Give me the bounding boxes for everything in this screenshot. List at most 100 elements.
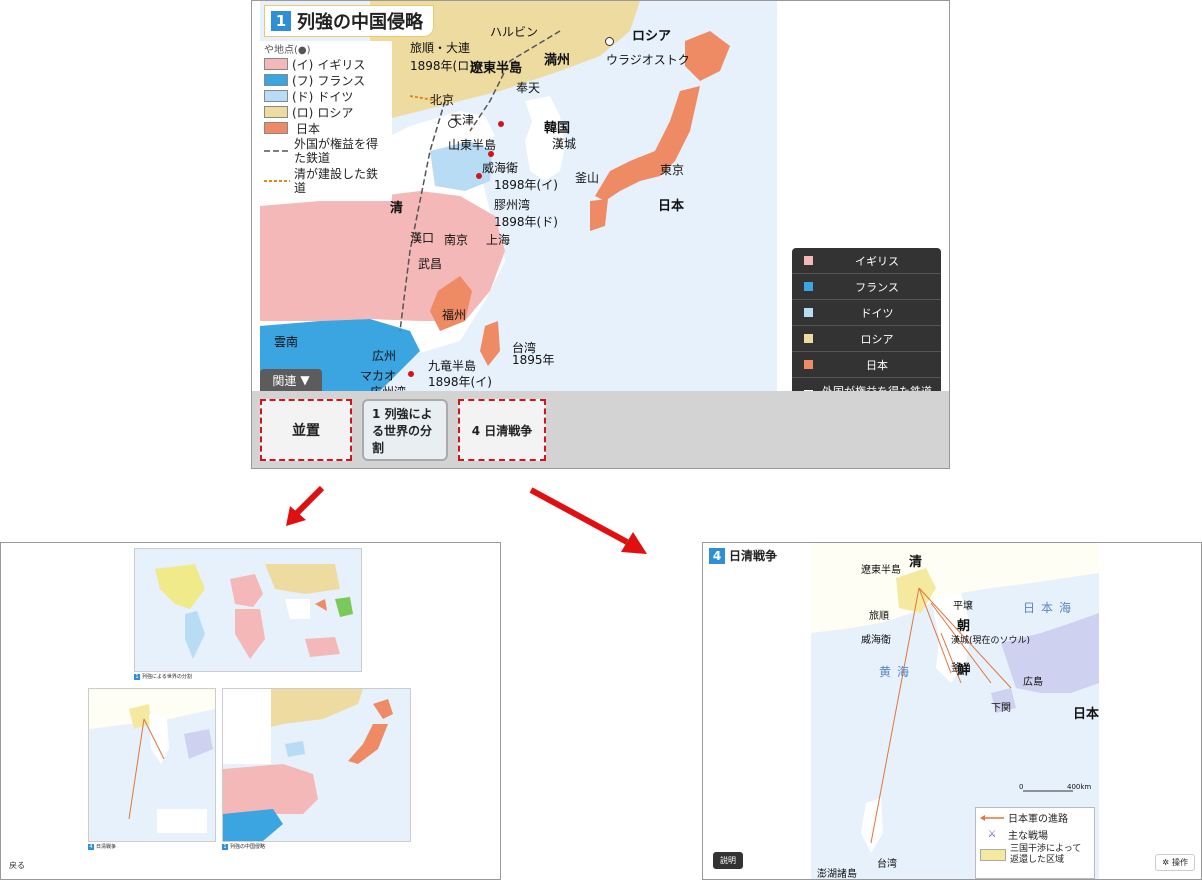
map-title: 1 列強の中国侵略: [264, 5, 434, 37]
legend-row-qing-rail: 清が建設した鉄道: [264, 166, 392, 196]
label-taiwan: 台湾: [877, 859, 897, 870]
label-busan: 釜山: [575, 171, 600, 185]
caption-number: 1: [134, 673, 140, 680]
label-liaodong: 遼東半島: [861, 565, 901, 576]
sino-japanese-war-thumbnail[interactable]: [88, 688, 216, 842]
label-guangzhouwan: 広州湾: [370, 383, 406, 391]
crossed-swords-icon: ⚔: [987, 829, 997, 840]
label-pyongyang: 平壌: [953, 601, 973, 612]
legend-label: 日本軍の進路: [1008, 814, 1068, 825]
related-button-bar: 並置 1 列強による世界の分割 4 日清戦争: [252, 391, 949, 468]
operation-button[interactable]: ✲ 操作: [1155, 854, 1195, 871]
explanation-button[interactable]: 説明: [713, 852, 743, 869]
overlay-legend-label: 外国が権益を得た鉄道: [822, 384, 932, 392]
label-hiroshima: 広島: [1023, 677, 1043, 688]
leased-point-marker: [476, 173, 482, 179]
legend-row-returned: 三国干渉によって返還した区域: [980, 844, 1090, 866]
button-label: 1 列強による世界の分割: [372, 406, 433, 455]
caption-number: 4: [88, 843, 94, 850]
label-yunnan: 雲南: [274, 335, 299, 349]
legend-code: (ド): [292, 89, 314, 104]
legend-swatch: [264, 58, 288, 70]
chevron-down-icon: ▼: [300, 373, 310, 387]
overlay-legend-russia[interactable]: ロシア: [792, 326, 941, 352]
label-guangzhou: 広州: [372, 349, 397, 363]
caption-text: 日清戦争: [96, 844, 117, 850]
label-shanghai: 上海: [486, 233, 511, 247]
label-manchuria: 満州: [544, 53, 571, 68]
label-hankou: 漢口: [410, 231, 435, 245]
china-map-graphic-small: [223, 689, 393, 841]
legend-swatch: [980, 849, 1006, 861]
scale-max: 400km: [1067, 783, 1092, 791]
dashed-line-icon: [264, 150, 290, 152]
overlay-legend-label: フランス: [855, 280, 899, 294]
label-lushun: 旅順・大連: [410, 41, 471, 55]
legend-code: (フ): [292, 73, 314, 88]
caption-text: 列強の中国侵略: [230, 844, 266, 850]
button-label: 4 日清戦争: [471, 423, 533, 438]
label-yellow-sea: 黄海: [879, 665, 916, 679]
world-partition-thumbnail[interactable]: [134, 548, 362, 672]
overlay-legend-label: 日本: [866, 358, 888, 372]
map-number-badge: 4: [709, 547, 725, 564]
sparkle-icon: ✲: [1162, 858, 1169, 867]
map-number-badge: 1: [271, 11, 291, 31]
overlay-legend-panel[interactable]: イギリス フランス ドイツ ロシア 日本 外国が権益を得た鉄道: [792, 248, 941, 391]
main-map-window: 1 列強の中国侵略 や地点(●) (イ) イギリス (フ) フランス (ド) ド…: [251, 0, 950, 469]
label-tokyo: 東京: [660, 163, 685, 177]
related-tab-label: 関連: [272, 373, 297, 388]
label-hanseong: 漢城(現在のソウル): [951, 636, 1031, 646]
label-kowloon: 九竜半島: [428, 359, 477, 373]
legend-code: (イ): [292, 57, 314, 72]
scale-zero: 0: [1019, 783, 1024, 791]
overlay-legend-japan[interactable]: 日本: [792, 352, 941, 378]
button-label: 並置: [292, 423, 320, 439]
legend-row-battle: ⚔ 主な戦場: [980, 827, 1090, 842]
button-label: 操作: [1172, 858, 1188, 867]
arrow-left-icon: [980, 814, 1004, 821]
label-jiaozhou-year: 1898年(ド): [494, 215, 558, 229]
china-invasion-thumbnail[interactable]: [222, 688, 411, 842]
leased-point-marker: [408, 371, 414, 377]
overlay-legend-rail[interactable]: 外国が権益を得た鉄道: [792, 378, 941, 391]
war-map-title: 4 日清戦争: [709, 547, 777, 564]
world-map-graphic: [155, 564, 353, 659]
label-macau: マカオ: [360, 369, 397, 383]
label-weihaiwei-year: 1898年(イ): [494, 178, 558, 192]
legend-row-foreign-rail: 外国が権益を得た鉄道: [264, 136, 392, 166]
map-title-text: 日清戦争: [729, 549, 778, 563]
sino-japanese-war-window: 4 日清戦争 清 遼東半島 旅順 平壌 威海衛 朝 鮮 漢城(現在のソウル) 釜…: [702, 542, 1202, 880]
related-item-world-partition-button[interactable]: 1 列強による世界の分割: [362, 399, 448, 461]
legend-label: 清が建設した鉄道: [294, 167, 379, 195]
label-wuchang: 武昌: [418, 257, 443, 271]
related-item-sino-japanese-war-button[interactable]: 4 日清戦争: [458, 399, 546, 461]
city-marker: [605, 37, 614, 46]
legend-row-russia: (ロ) ロシア: [264, 104, 392, 120]
label-vladivostok: ウラジオストク: [606, 53, 690, 67]
juxtapose-button[interactable]: 並置: [260, 399, 352, 461]
overlay-legend-label: イギリス: [855, 254, 899, 268]
legend-swatch: [804, 334, 813, 343]
legend-row-japan: 日本: [264, 120, 392, 136]
legend-header: や地点(●): [264, 45, 311, 56]
back-button[interactable]: 戻る: [9, 860, 25, 871]
overlay-legend-germany[interactable]: ドイツ: [792, 300, 941, 326]
war-map-legend: 日本軍の進路 ⚔ 主な戦場 三国干渉によって返還した区域: [975, 807, 1095, 879]
legend-label: フランス: [317, 73, 366, 88]
label-japan: 日本: [1073, 707, 1099, 722]
arrow-down-left-icon: [286, 485, 325, 526]
overlay-legend-label: ドイツ: [860, 306, 894, 320]
juxtapose-view-window: 1 列強による世界の分割 4 日清戦争 1 列強の中国侵略 戻る: [0, 542, 501, 880]
china-map[interactable]: 1 列強の中国侵略 や地点(●) (イ) イギリス (フ) フランス (ド) ド…: [260, 1, 777, 391]
label-fuzhou: 福州: [442, 308, 467, 322]
legend-swatch: [804, 282, 813, 291]
label-liaodong: 遼東半島: [470, 61, 523, 76]
overlay-legend-uk[interactable]: イギリス: [792, 248, 941, 274]
overlay-legend-france[interactable]: フランス: [792, 274, 941, 300]
legend-row-route: 日本軍の進路: [980, 810, 1090, 825]
thumbnail-caption: 4 日清戦争: [88, 843, 116, 850]
related-tab[interactable]: 関連 ▼: [260, 369, 322, 391]
label-beijing: 北京: [430, 93, 455, 107]
thumbnail-caption: 1 列強による世界の分割: [134, 673, 192, 680]
